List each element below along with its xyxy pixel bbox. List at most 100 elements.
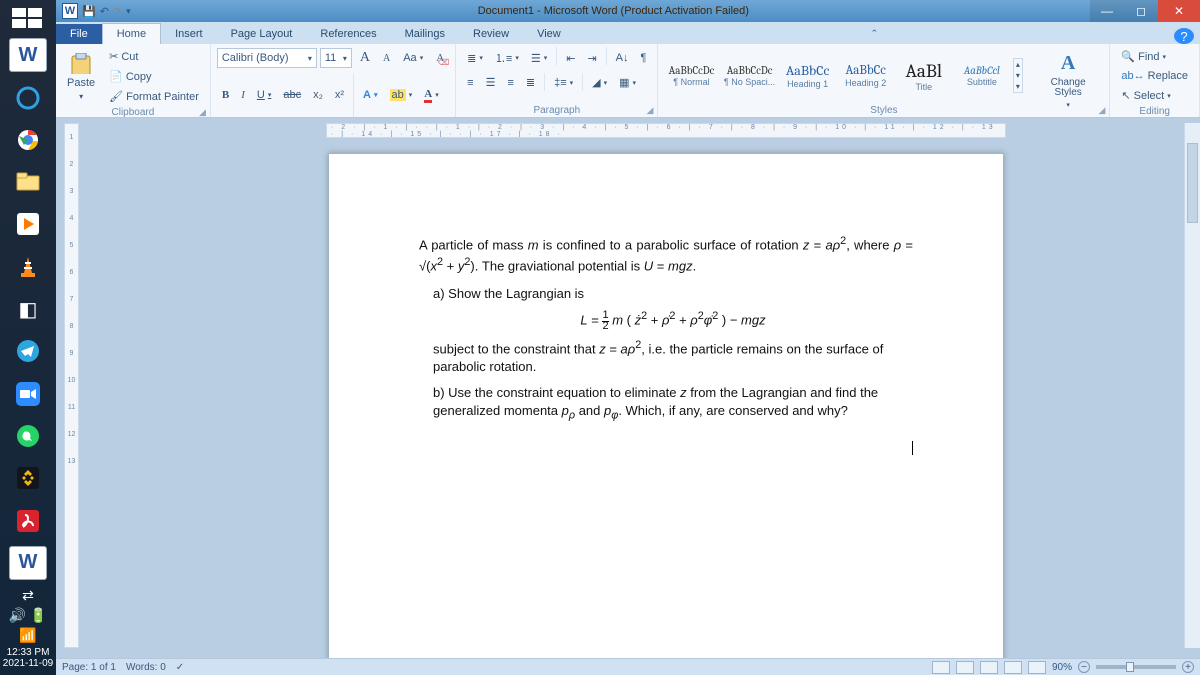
qat-custom-icon[interactable]: ▾ <box>126 6 131 17</box>
taskbar-media-icon[interactable] <box>9 207 47 241</box>
tray-time[interactable]: 12:33 PM <box>0 647 56 658</box>
sort-button[interactable]: A↓ <box>611 47 634 69</box>
ribbon-minimize-icon[interactable]: ˆ <box>862 25 886 44</box>
italic-button[interactable]: I <box>236 86 250 104</box>
zoom-in-button[interactable]: + <box>1182 661 1194 673</box>
taskbar-vlc-icon[interactable] <box>9 250 47 284</box>
underline-button[interactable]: U▾ <box>252 86 276 104</box>
zoom-level[interactable]: 90% <box>1052 662 1072 673</box>
style-title[interactable]: AaBlTitle <box>897 52 951 100</box>
tab-mailings[interactable]: Mailings <box>391 24 459 44</box>
taskbar-binance-icon[interactable] <box>9 461 47 495</box>
change-styles-button[interactable]: A Change Styles▾ <box>1033 49 1103 103</box>
taskbar-acrobat-icon[interactable] <box>9 503 47 537</box>
view-draft[interactable] <box>1028 661 1046 674</box>
tab-references[interactable]: References <box>306 24 390 44</box>
view-outline[interactable] <box>1004 661 1022 674</box>
app-icon[interactable]: W <box>62 3 78 19</box>
paste-button[interactable]: Paste ▾ <box>62 50 100 104</box>
tab-file[interactable]: File <box>56 24 102 44</box>
tray-date[interactable]: 2021-11-09 <box>0 658 56 669</box>
style-heading1[interactable]: AaBbCcHeading 1 <box>781 52 835 100</box>
para-dialog-icon[interactable]: ◢ <box>647 105 654 116</box>
tray-arrows-icon[interactable]: ⇄ <box>0 587 56 604</box>
view-print-layout[interactable] <box>932 661 950 674</box>
taskbar-chrome-icon[interactable] <box>9 123 47 157</box>
view-web-layout[interactable] <box>980 661 998 674</box>
change-case-button[interactable]: Aa▾ <box>398 49 428 67</box>
document-page[interactable]: A particle of mass m is confined to a pa… <box>328 153 1004 658</box>
scrollbar-thumb[interactable] <box>1187 143 1198 223</box>
taskbar-word2-icon[interactable]: W <box>9 546 47 580</box>
style-subtitle[interactable]: AaBbCclSubtitle <box>955 52 1009 100</box>
styles-dialog-icon[interactable]: ◢ <box>1098 105 1105 116</box>
strike-button[interactable]: abc <box>278 86 306 104</box>
tray-volume-icon[interactable]: 🔊 🔋 <box>0 607 56 624</box>
close-button[interactable]: ✕ <box>1158 0 1200 22</box>
qat-redo-icon[interactable]: ↷ <box>113 5 122 18</box>
style-heading2[interactable]: AaBbCcHeading 2 <box>839 52 893 100</box>
bullets-button[interactable]: ≣▾ <box>462 47 488 69</box>
justify-button[interactable]: ≣ <box>521 73 540 92</box>
horizontal-ruler[interactable]: · 2 · | · 1 · | · · | · 1 · | · 2 · | · … <box>326 123 1006 138</box>
view-full-screen[interactable] <box>956 661 974 674</box>
cut-button[interactable]: ✂Cut <box>104 47 204 66</box>
qat-save-icon[interactable]: 💾 <box>82 5 96 18</box>
clipboard-dialog-icon[interactable]: ◢ <box>199 107 206 118</box>
multilevel-button[interactable]: ☰▾ <box>526 47 552 69</box>
font-name-combo[interactable]: Calibri (Body)▾ <box>217 48 317 68</box>
superscript-button[interactable]: x² <box>330 86 349 104</box>
taskbar-telegram-icon[interactable] <box>9 334 47 368</box>
minimize-button[interactable]: — <box>1090 0 1124 22</box>
borders-button[interactable]: ▦▾ <box>614 73 641 92</box>
dec-indent-button[interactable]: ⇤ <box>561 47 580 69</box>
status-words[interactable]: Words: 0 <box>126 662 166 673</box>
zoom-slider[interactable] <box>1096 665 1176 669</box>
replace-button[interactable]: ab↔Replace <box>1116 67 1193 85</box>
shading-button[interactable]: ◢▾ <box>587 73 612 92</box>
style-normal[interactable]: AaBbCcDc¶ Normal <box>664 52 718 100</box>
tab-home[interactable]: Home <box>102 23 161 44</box>
taskbar-explorer-icon[interactable] <box>9 165 47 199</box>
taskbar-edge-icon[interactable] <box>9 80 47 114</box>
tab-insert[interactable]: Insert <box>161 24 217 44</box>
align-right-button[interactable]: ≡ <box>502 73 518 92</box>
text-effects-button[interactable]: A▾ <box>358 86 382 104</box>
subscript-button[interactable]: x₂ <box>308 86 328 104</box>
format-painter-button[interactable]: 🖌Format Painter <box>104 87 204 106</box>
show-marks-button[interactable]: ¶ <box>636 47 652 69</box>
line-spacing-button[interactable]: ‡≡▾ <box>549 73 578 92</box>
numbering-button[interactable]: ⒈≡▾ <box>490 47 524 69</box>
tab-page-layout[interactable]: Page Layout <box>217 24 307 44</box>
find-button[interactable]: 🔍Find▾ <box>1116 47 1171 66</box>
status-proof-icon[interactable]: ✓ <box>176 662 184 673</box>
font-color-button[interactable]: A▾ <box>419 85 443 106</box>
bold-button[interactable]: B <box>217 86 234 104</box>
qat-undo-icon[interactable]: ↶ <box>100 5 109 18</box>
copy-button[interactable]: 📄Copy <box>104 67 204 86</box>
taskbar-zoom-icon[interactable] <box>9 376 47 410</box>
style-nospacing[interactable]: AaBbCcDc¶ No Spaci... <box>723 52 777 100</box>
align-left-button[interactable]: ≡ <box>462 73 478 92</box>
styles-gallery-scroll[interactable]: ▴▾▾ <box>1013 58 1023 93</box>
taskbar-whatsapp-icon[interactable] <box>9 419 47 453</box>
tab-review[interactable]: Review <box>459 24 523 44</box>
clear-format-button[interactable]: A⌫ <box>431 49 449 67</box>
tray-network-icon[interactable]: 📶 <box>0 627 56 644</box>
taskbar-app-icon[interactable]: ◧ <box>9 292 47 326</box>
font-size-combo[interactable]: 11▾ <box>320 48 352 68</box>
shrink-font-button[interactable]: A <box>378 50 395 67</box>
start-button[interactable] <box>8 4 48 32</box>
help-icon[interactable]: ? <box>1174 28 1194 44</box>
grow-font-button[interactable]: A <box>355 47 375 69</box>
inc-indent-button[interactable]: ⇥ <box>582 47 601 69</box>
status-page[interactable]: Page: 1 of 1 <box>62 662 116 673</box>
tab-view[interactable]: View <box>523 24 575 44</box>
vertical-ruler[interactable]: 12345678910111213 <box>64 123 79 648</box>
select-button[interactable]: ↖Select▾ <box>1116 86 1175 105</box>
align-center-button[interactable]: ☰ <box>481 73 501 92</box>
taskbar-word-icon[interactable]: W <box>9 38 47 72</box>
highlight-button[interactable]: ab▾ <box>385 86 418 104</box>
zoom-out-button[interactable]: − <box>1078 661 1090 673</box>
vertical-scrollbar[interactable] <box>1184 123 1200 648</box>
